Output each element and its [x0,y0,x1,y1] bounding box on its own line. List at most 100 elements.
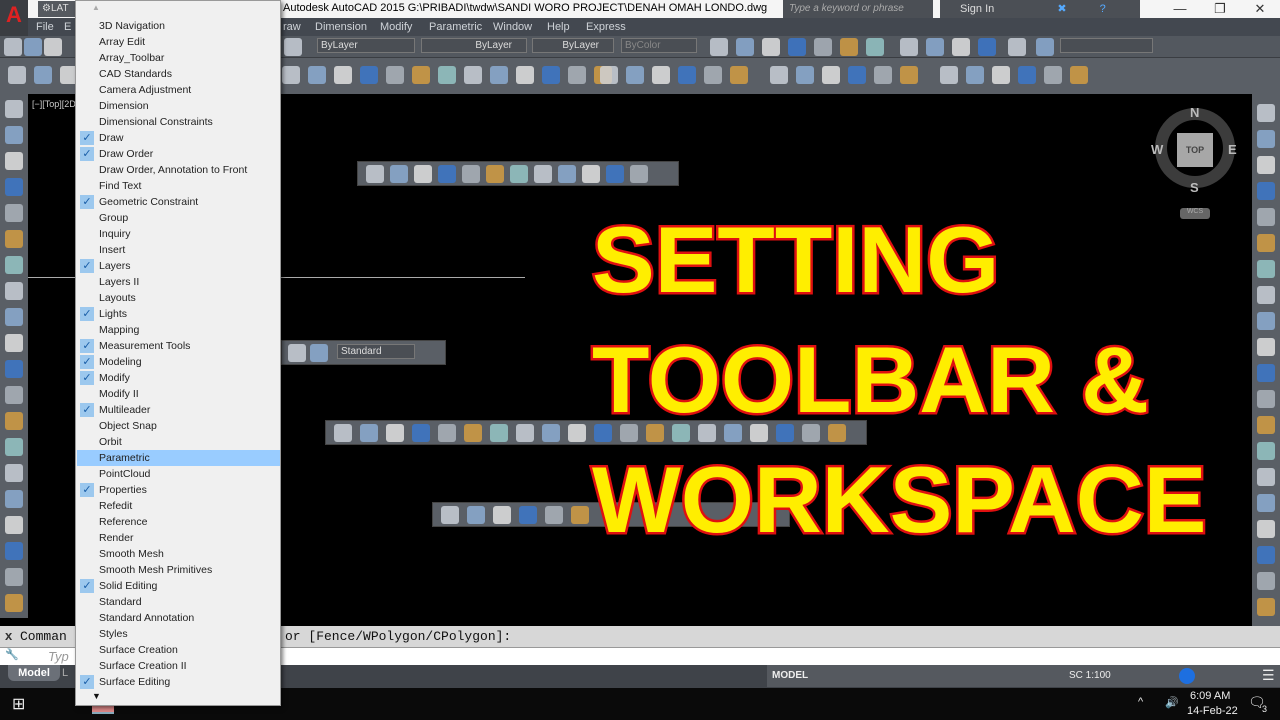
customization-icon[interactable]: ☰ [1262,667,1275,684]
modify-tool-icon[interactable] [1257,156,1275,174]
modify-tool-icon[interactable] [1257,130,1275,148]
windows-start-icon[interactable]: ⊞ [12,694,25,714]
toolbar-menu-item[interactable]: Draw Order, Annotation to Front [77,162,280,178]
light-icon[interactable] [1070,66,1088,84]
volume-icon[interactable]: 🔊 [1165,696,1179,709]
toolbar-menu-item[interactable]: Array_Toolbar [77,50,280,66]
toolbar-menu-item[interactable]: ✓ Surface Editing [77,674,280,690]
toolbar-menu-item[interactable]: Dimensional Constraints [77,114,280,130]
modify-tool-icon[interactable] [1257,390,1275,408]
draw-tool-icon[interactable] [5,568,23,586]
model-space-button[interactable]: MODEL [772,670,808,681]
toolbar-menu-item[interactable]: ✓ Solid Editing [77,578,280,594]
menu-help[interactable]: Help [547,21,570,33]
toolbar-menu-item[interactable]: Insert [77,242,280,258]
toolbar-menu-item[interactable]: ✓ Modify [77,370,280,386]
constraint-icon[interactable] [390,165,408,183]
toolbar-menu-item[interactable]: Refedit [77,498,280,514]
toolbar-menu-item[interactable]: Mapping [77,322,280,338]
viewcube-top-face[interactable]: TOP [1177,133,1213,167]
render-icon[interactable] [730,66,748,84]
annotation-scale-button[interactable]: SC 1:100 [1069,670,1111,681]
modify-tool-icon[interactable] [1257,338,1275,356]
toolbar-menu-item[interactable]: Surface Creation II [77,658,280,674]
menu-raw[interactable]: raw [283,21,301,33]
toolbar-menu-item[interactable]: Standard Annotation [77,610,280,626]
camera-icon[interactable] [1008,38,1026,56]
modify-tool-icon[interactable] [1257,182,1275,200]
tray-chevron-icon[interactable]: ^ [1138,696,1143,708]
floating-toolbar-geometric-constraint[interactable] [357,161,679,186]
tab-model[interactable]: Model [8,665,60,681]
visual-style-icon[interactable] [926,38,944,56]
linetype-combo[interactable]: ByLayer [421,38,527,53]
toolbar-menu-item[interactable]: Smooth Mesh [77,546,280,562]
visual-style-icon[interactable] [952,38,970,56]
render-icon[interactable] [704,66,722,84]
toolbar-menu-item[interactable]: ✓ Lights [77,306,280,322]
constraint-icon[interactable] [366,165,384,183]
draw-order-icon[interactable] [848,66,866,84]
modify-tool-icon[interactable] [1257,520,1275,538]
render-icon[interactable] [600,66,618,84]
wrench-icon[interactable]: 🔧 [5,648,19,661]
compass-south[interactable]: S [1190,180,1199,195]
exchange-icon[interactable]: ✖ [1057,3,1066,15]
constraint-icon[interactable] [582,165,600,183]
toolbar-menu-item[interactable]: CAD Standards [77,66,280,82]
toolbar-menu-item[interactable]: Layers II [77,274,280,290]
light-icon[interactable] [1018,66,1036,84]
draw-tool-icon[interactable] [5,438,23,456]
modeling-icon[interactable] [516,66,534,84]
render-icon[interactable] [652,66,670,84]
draw-order-icon[interactable] [822,66,840,84]
visual-style-icon[interactable] [978,38,996,56]
draw-tool-icon[interactable] [5,126,23,144]
light-icon[interactable] [992,66,1010,84]
view-combo[interactable] [1060,38,1153,53]
restore-button[interactable]: ❐ [1200,0,1240,18]
modeling-icon[interactable] [412,66,430,84]
modeling-icon[interactable] [438,66,456,84]
light-icon[interactable] [940,66,958,84]
solid-edit-icon[interactable] [412,424,430,442]
compass-east[interactable]: E [1228,142,1237,157]
layer-icon[interactable] [4,38,22,56]
modify-tool-icon[interactable] [1257,364,1275,382]
light-tool-icon[interactable] [441,506,459,524]
toolbar-menu-item[interactable]: ✓ Properties [77,482,280,498]
modify-tool-icon[interactable] [1257,260,1275,278]
draw-order-icon[interactable] [770,66,788,84]
plotstyle-combo[interactable]: ByColor [621,38,697,53]
toolbar-menu-item[interactable]: Standard [77,594,280,610]
modeling-icon[interactable] [542,66,560,84]
camera-icon[interactable] [1036,38,1054,56]
toolbar-menu-item[interactable]: Reference [77,514,280,530]
modeling-icon[interactable] [490,66,508,84]
modeling-icon[interactable] [308,66,326,84]
light-tool-icon[interactable] [493,506,511,524]
compass-north[interactable]: N [1190,105,1199,120]
constraint-icon[interactable] [606,165,624,183]
toolbar-menu-item[interactable]: Layouts [77,290,280,306]
layer-icon[interactable] [24,38,42,56]
modeling-icon[interactable] [568,66,586,84]
toolbar-menu-item[interactable]: ✓ Multileader [77,402,280,418]
modeling-icon[interactable] [386,66,404,84]
view-icon[interactable] [710,38,728,56]
toolbar-menu-item[interactable]: ✓ Measurement Tools [77,338,280,354]
clock-date[interactable]: 14-Feb-22 [1187,705,1238,717]
toolbar-menu-item[interactable]: Inquiry [77,226,280,242]
menu-file[interactable]: File [36,21,54,33]
constraint-icon[interactable] [534,165,552,183]
light-icon[interactable] [966,66,984,84]
draw-tool-icon[interactable] [5,152,23,170]
application-menu-button[interactable]: A [0,0,28,36]
modify-tool-icon[interactable] [1257,416,1275,434]
toolbar-menu-item[interactable]: ✓ Modeling [77,354,280,370]
constraint-icon[interactable] [558,165,576,183]
constraint-icon[interactable] [510,165,528,183]
modify-tool-icon[interactable] [1257,572,1275,590]
menu-window[interactable]: Window [493,21,532,33]
draw-tool-icon[interactable] [5,542,23,560]
